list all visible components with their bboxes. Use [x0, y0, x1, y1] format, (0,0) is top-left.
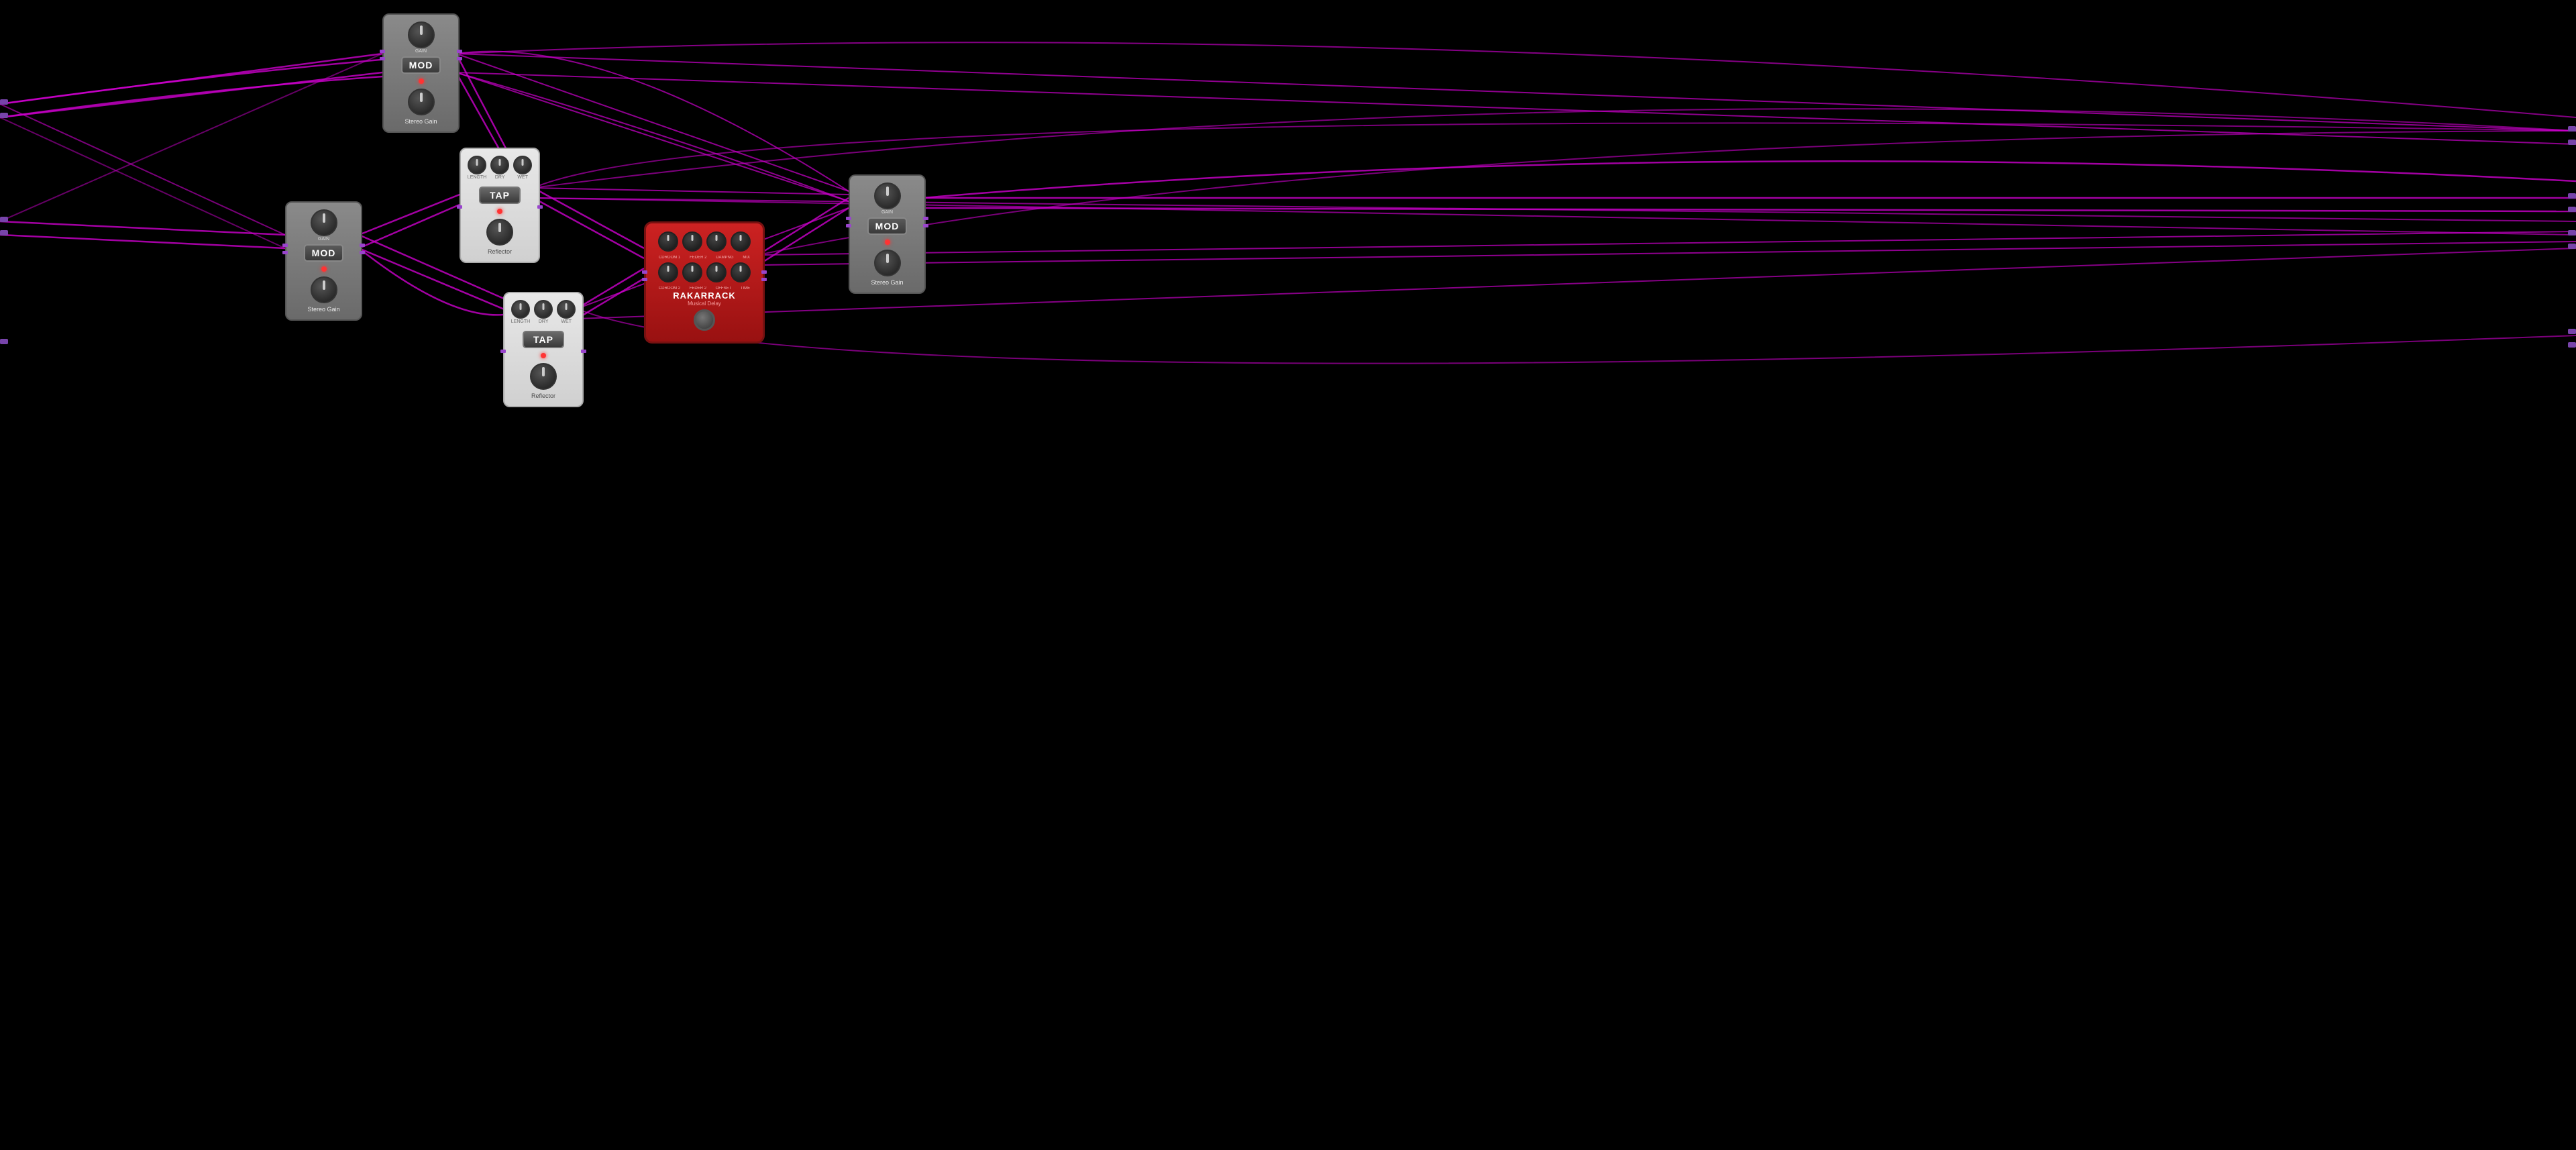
tap-knobs-row-1: LENGTH DRY WET [468, 156, 532, 180]
tap-label-1: Reflector [488, 248, 512, 255]
rak-knob-col-4 [731, 231, 751, 252]
dry-col-1: DRY [490, 156, 509, 180]
tap-reflector-pedal-1: LENGTH DRY WET TAP Reflector [460, 148, 540, 263]
tap-knobs-row-2: LENGTH DRY WET [511, 300, 576, 324]
tap-badge-2: TAP [523, 331, 564, 348]
rak-label-cdroom1: CDROOM 1 [659, 256, 680, 260]
bottom-knob-3[interactable] [874, 250, 901, 276]
led-2 [321, 266, 327, 272]
mod-badge-2: MOD [304, 244, 344, 262]
mod-badge-3: MOD [867, 217, 908, 235]
led-1 [419, 79, 424, 84]
rak-knob-8[interactable] [731, 262, 751, 282]
length-knob-2[interactable] [511, 300, 530, 319]
pedal-label-3: Stereo Gain [871, 279, 903, 286]
tap-badge-1: TAP [479, 187, 521, 204]
gain-knob-3[interactable] [874, 182, 901, 209]
rak-title: RAKARRACK [673, 291, 736, 301]
wet-col-1: WET [513, 156, 532, 180]
wet-label-1: WET [517, 175, 528, 180]
gain-knob-col-2: GAIN [311, 209, 337, 242]
pedal-label-2: Stereo Gain [307, 306, 339, 313]
gain-label-3: GAIN [881, 210, 893, 215]
rak-footswitch[interactable] [694, 309, 715, 331]
dry-knob-1[interactable] [490, 156, 509, 174]
gain-label-2: GAIN [318, 237, 329, 242]
rak-knob-6[interactable] [682, 262, 702, 282]
tap-led-2 [541, 353, 546, 358]
rak-knob-2[interactable] [682, 231, 702, 252]
rak-knob-1[interactable] [658, 231, 678, 252]
rak-label-mix: MIX [743, 256, 750, 260]
rak-labels-top: CDROOM 1 FEDER 2 DAMPNG MIX [654, 256, 755, 260]
rak-knob-4[interactable] [731, 231, 751, 252]
length-col-2: LENGTH [511, 300, 530, 324]
bottom-knob-1[interactable] [408, 89, 435, 115]
rak-knob-col-7 [706, 262, 727, 282]
rak-knob-col-3 [706, 231, 727, 252]
led-3 [885, 240, 890, 245]
rak-knob-7[interactable] [706, 262, 727, 282]
tap-label-2: Reflector [531, 393, 555, 399]
gain-knob-2[interactable] [311, 209, 337, 236]
rak-label-feder2: FEDER 2 [690, 286, 706, 291]
length-label-2: LENGTH [511, 319, 530, 324]
rak-knobs-bot [658, 262, 751, 282]
dry-knob-2[interactable] [534, 300, 553, 319]
length-label-1: LENGTH [468, 175, 486, 180]
gain-knob-col-1: GAIN [408, 21, 435, 54]
gain-knob-col-3: GAIN [874, 182, 901, 215]
rak-knobs-top [658, 231, 751, 252]
tap-led-1 [497, 209, 502, 214]
length-col-1: LENGTH [468, 156, 486, 180]
rak-knob-5[interactable] [658, 262, 678, 282]
rak-label-dampng: DAMPNG [716, 256, 733, 260]
rak-labels-bot: CDROOM 2 FEDER 2 OFFSET TIME [654, 286, 755, 291]
rak-knob-3[interactable] [706, 231, 727, 252]
length-knob-1[interactable] [468, 156, 486, 174]
wet-col-2: WET [557, 300, 576, 324]
dry-col-2: DRY [534, 300, 553, 324]
canvas: GAIN MOD Stereo Gain GAIN MOD Stereo Gai… [0, 0, 2576, 1150]
rak-label-offset: OFFSET [716, 286, 732, 291]
rak-label-feder1: FEDER 2 [690, 256, 706, 260]
gain-knob-1[interactable] [408, 21, 435, 48]
wet-label-2: WET [561, 319, 572, 324]
tap-reflector-pedal-2: LENGTH DRY WET TAP Reflector [503, 292, 584, 407]
pedal-label-1: Stereo Gain [405, 118, 437, 125]
connections-svg [0, 0, 2576, 1150]
rak-subtitle: Musical Delay [688, 301, 721, 307]
wet-knob-1[interactable] [513, 156, 532, 174]
bottom-knob-2[interactable] [311, 276, 337, 303]
rak-knob-col-6 [682, 262, 702, 282]
rak-label-time: TIME [741, 286, 750, 291]
gain-label-1: GAIN [415, 49, 427, 54]
rakarrack-pedal: CDROOM 1 FEDER 2 DAMPNG MIX CDROOM 2 FED… [644, 221, 765, 344]
rak-knob-col-5 [658, 262, 678, 282]
stereo-gain-pedal-1: GAIN MOD Stereo Gain [382, 13, 460, 133]
rak-label-cdroom2: CDROOM 2 [659, 286, 680, 291]
wet-knob-2[interactable] [557, 300, 576, 319]
rak-knob-col-2 [682, 231, 702, 252]
mod-badge-1: MOD [401, 56, 441, 74]
stereo-gain-pedal-2: GAIN MOD Stereo Gain [285, 201, 362, 321]
dry-label-1: DRY [495, 175, 505, 180]
tap-bottom-knob-1[interactable] [486, 219, 513, 246]
rak-knob-col-8 [731, 262, 751, 282]
rak-knob-col-1 [658, 231, 678, 252]
tap-bottom-knob-2[interactable] [530, 363, 557, 390]
stereo-gain-pedal-3: GAIN MOD Stereo Gain [849, 174, 926, 294]
dry-label-2: DRY [539, 319, 549, 324]
